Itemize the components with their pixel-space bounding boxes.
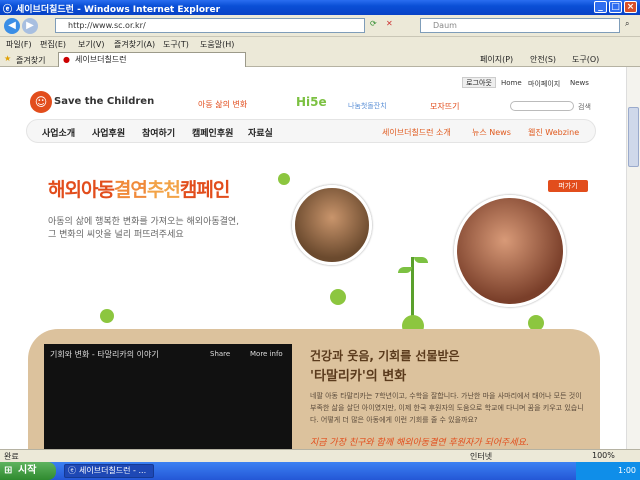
maximize-button[interactable]: □	[609, 1, 622, 13]
story-heading-1: 건강과 웃음, 기회를 선물받은	[310, 349, 460, 363]
sprout-plant-large	[398, 247, 428, 337]
sprout-small-1	[330, 289, 346, 305]
stop-icon[interactable]: ✕	[386, 19, 393, 28]
menu-tools[interactable]: 도구(T)	[163, 39, 189, 50]
nav-campaign[interactable]: 캠페인후원	[192, 126, 233, 139]
site-logo[interactable]: Save the Children	[54, 96, 154, 107]
web-page: 로그아웃 Home 마이페이지 News ☺ Save the Children…	[0, 67, 626, 449]
refresh-icon[interactable]: ⟳	[370, 19, 377, 28]
photo-children-group	[292, 185, 372, 265]
story-handwriting: 지금 가장 친구와 함께 해외아동결연 후원자가 되어주세요.	[310, 438, 529, 448]
mypage-link[interactable]: 마이페이지	[528, 79, 560, 89]
menu-edit[interactable]: 편집(E)	[40, 39, 66, 50]
story-heading-2: '타말리카'의 변화	[310, 369, 407, 384]
sprout-icon	[278, 173, 292, 187]
tab-favicon-icon: ●	[63, 55, 70, 64]
toolbar-page[interactable]: 페이지(P)	[480, 54, 513, 65]
site-search-input[interactable]	[510, 101, 574, 111]
video-player[interactable]: 기회와 변화 - 타말리카의 이야기 Share More info	[44, 344, 292, 449]
address-input[interactable]: http://www.sc.or.kr/	[55, 18, 365, 33]
campaign-link-3[interactable]: 나눔첫돌잔치	[348, 101, 387, 111]
nav-support[interactable]: 사업후원	[92, 126, 125, 139]
subnav-webzine[interactable]: 웹진 Webzine	[528, 127, 579, 138]
taskbar-item-ie[interactable]: ⓔ 세이브더칠드런 - ...	[64, 464, 154, 478]
home-link[interactable]: Home	[501, 79, 522, 87]
toolbar-safety[interactable]: 안전(S)	[530, 54, 556, 65]
minimize-button[interactable]: _	[594, 1, 607, 13]
sprout-small-2	[100, 309, 114, 323]
system-tray: 1:00	[576, 462, 640, 480]
scrollbar[interactable]	[626, 67, 640, 449]
story-body: 네팔 아동 타말리카는 7학년이고, 수학을 잘합니다. 가난한 마을 사마리에…	[310, 392, 584, 424]
toolbar-tools[interactable]: 도구(O)	[572, 54, 599, 65]
campaign-link-2[interactable]: Hi5e	[296, 95, 327, 109]
title-bar: ⓔ 세이브더칠드런 - Windows Internet Explorer _ …	[0, 0, 640, 15]
status-zone: 인터넷	[470, 452, 493, 461]
windows-logo-icon: ⊞	[4, 465, 13, 476]
logout-link[interactable]: 로그아웃	[462, 77, 496, 88]
address-toolbar: ◀ ▶ http://www.sc.or.kr/ ⟳ ✕ Daum ⌕	[0, 15, 640, 37]
video-title: 기회와 변화 - 타말리카의 이야기	[50, 350, 159, 359]
hero-subtitle-2: 그 변화의 씨앗을 널리 퍼뜨려주세요	[48, 230, 184, 240]
favorites-label[interactable]: 즐겨찾기	[16, 55, 45, 66]
clock: 1:00	[618, 466, 636, 475]
search-input[interactable]: Daum	[420, 18, 620, 33]
share-badge-button[interactable]: 퍼가기	[548, 180, 588, 192]
taskbar-item-label: 세이브더칠드런 - ...	[79, 466, 147, 475]
menu-help[interactable]: 도움말(H)	[200, 39, 234, 50]
menu-view[interactable]: 보기(V)	[78, 39, 104, 50]
ie-icon: ⓔ	[3, 5, 13, 15]
taskbar-ie-icon: ⓔ	[68, 466, 76, 475]
nav-participate[interactable]: 참여하기	[142, 126, 175, 139]
menu-bar: 파일(F) 편집(E) 보기(V) 즐겨찾기(A) 도구(T) 도움말(H)	[0, 37, 640, 51]
campaign-link-4[interactable]: 모자뜨기	[430, 101, 459, 112]
taskbar: ⊞ 시작 ⓔ 세이브더칠드런 - ... 1:00	[0, 462, 640, 480]
browser-tab[interactable]: ● 세이브더칠드런	[58, 52, 246, 67]
hero-title-4: 캠페인	[179, 179, 230, 201]
start-button[interactable]: ⊞ 시작	[0, 462, 56, 480]
status-zoom[interactable]: 100%	[592, 451, 615, 460]
back-icon[interactable]: ◀	[4, 18, 20, 34]
hero-title-2: 결연	[113, 179, 148, 201]
hero-subtitle-1: 아동의 삶에 행복한 변화를 가져오는 해외아동결연,	[48, 217, 240, 227]
hero-title-3: 추천	[146, 179, 181, 201]
nav-resources[interactable]: 자료실	[248, 126, 273, 139]
tab-label: 세이브더칠드런	[75, 55, 127, 64]
site-search-button[interactable]: 검색	[578, 102, 591, 112]
forward-icon[interactable]: ▶	[22, 18, 38, 34]
campaign-link-1[interactable]: 아동 삶의 변화	[198, 99, 247, 110]
scrollbar-thumb[interactable]	[628, 107, 639, 167]
menu-favorites[interactable]: 즐겨찾기(A)	[114, 39, 155, 50]
news-link[interactable]: News	[570, 79, 589, 87]
close-button[interactable]: ×	[624, 1, 637, 13]
nav-about[interactable]: 사업소개	[42, 126, 75, 139]
video-more-info-button[interactable]: More info	[250, 350, 283, 358]
subnav-about[interactable]: 세이브더칠드런 소개	[382, 127, 451, 138]
favorites-bar: ★ 즐겨찾기 ● 세이브더칠드런 페이지(P) 안전(S) 도구(O)	[0, 51, 640, 67]
search-icon[interactable]: ⌕	[625, 19, 629, 29]
status-bar: 완료 인터넷 100%	[0, 449, 640, 462]
subnav-news[interactable]: 뉴스 News	[472, 127, 511, 138]
window-title: 세이브더칠드런 - Windows Internet Explorer	[16, 5, 221, 15]
logo-icon: ☺	[30, 91, 52, 113]
video-share-button[interactable]: Share	[210, 350, 230, 358]
photo-girl-and-sponsor	[454, 195, 566, 307]
star-icon: ★	[4, 54, 12, 63]
start-label: 시작	[18, 465, 37, 476]
hero-title-1: 해외아동	[48, 179, 115, 201]
hero-title: 해외아동결연추천캠페인	[48, 175, 230, 202]
status-text: 완료	[4, 452, 19, 461]
menu-file[interactable]: 파일(F)	[6, 39, 32, 50]
